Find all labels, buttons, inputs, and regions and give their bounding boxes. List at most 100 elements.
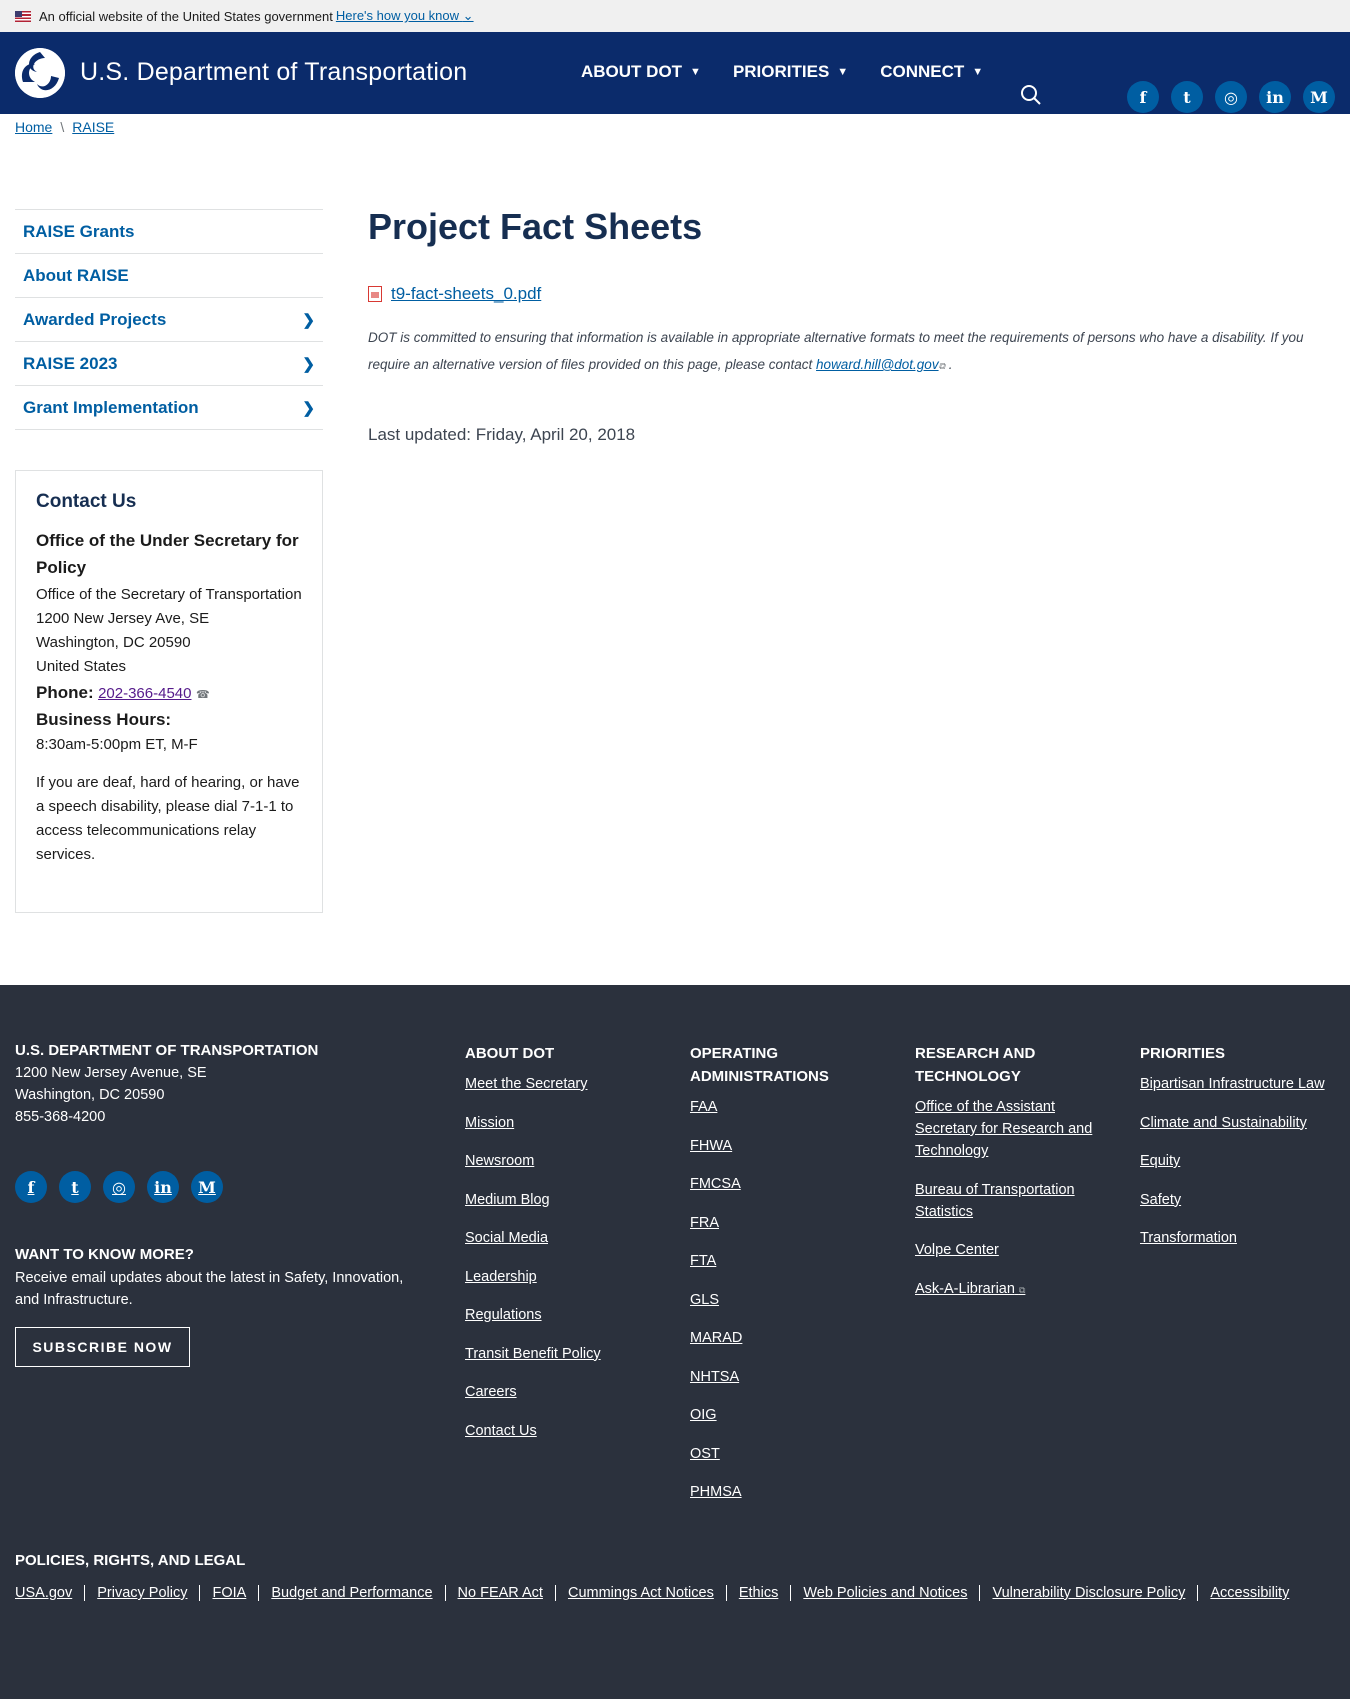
medium-icon[interactable]: M bbox=[191, 1171, 223, 1203]
chevron-down-icon: ⌄ bbox=[462, 8, 474, 23]
legal-link[interactable]: Ethics bbox=[725, 1585, 791, 1601]
breadcrumb-raise[interactable]: RAISE bbox=[72, 119, 114, 135]
nav-connect[interactable]: CONNECT ▼ bbox=[880, 62, 983, 82]
sidenav-item-awarded-projects[interactable]: Awarded Projects ❯ bbox=[15, 298, 323, 342]
footer-col-priorities: PRIORITIES Bipartisan Infrastructure Law… bbox=[1140, 1042, 1340, 1266]
footer-col-title: OPERATING ADMINISTRATIONS bbox=[690, 1045, 829, 1085]
legal-link[interactable]: Web Policies and Notices bbox=[790, 1585, 979, 1601]
hours-value: 8:30am-5:00pm ET, M-F bbox=[36, 736, 198, 753]
chevron-right-icon[interactable]: ❯ bbox=[302, 311, 315, 329]
footer-link[interactable]: FRA bbox=[690, 1212, 870, 1234]
footer-link[interactable]: OST bbox=[690, 1443, 870, 1465]
footer-link[interactable]: Equity bbox=[1140, 1150, 1340, 1172]
footer-link[interactable]: Transit Benefit Policy bbox=[465, 1343, 665, 1365]
linkedin-icon[interactable]: in bbox=[1259, 81, 1291, 113]
legal-link[interactable]: Accessibility bbox=[1197, 1585, 1301, 1601]
newsletter-title: WANT TO KNOW MORE? bbox=[15, 1246, 194, 1263]
footer-col-about: ABOUT DOT Meet the Secretary Mission New… bbox=[465, 1042, 665, 1458]
footer-org-title: U.S. DEPARTMENT OF TRANSPORTATION bbox=[15, 1042, 319, 1059]
footer-link[interactable]: Medium Blog bbox=[465, 1189, 665, 1211]
footer-link[interactable]: Bipartisan Infrastructure Law bbox=[1140, 1073, 1340, 1095]
footer-link[interactable]: FTA bbox=[690, 1250, 870, 1272]
breadcrumb: Home \ RAISE bbox=[15, 119, 114, 135]
facebook-icon[interactable]: f bbox=[15, 1171, 47, 1203]
twitter-icon[interactable]: t bbox=[59, 1171, 91, 1203]
last-updated: Last updated: Friday, April 20, 2018 bbox=[368, 425, 636, 444]
footer-link[interactable]: Meet the Secretary bbox=[465, 1073, 665, 1095]
nav-about-dot[interactable]: ABOUT DOT ▼ bbox=[581, 62, 701, 82]
legal-link[interactable]: USA.gov bbox=[15, 1585, 84, 1601]
footer-link[interactable]: Bureau of Transportation Statistics bbox=[915, 1179, 1105, 1223]
footer-address: 1200 New Jersey Avenue, SE bbox=[15, 1065, 207, 1081]
footer-link[interactable]: MARAD bbox=[690, 1327, 870, 1349]
newsletter-text: Receive email updates about the latest i… bbox=[15, 1270, 404, 1308]
footer-link[interactable]: NHTSA bbox=[690, 1366, 870, 1388]
footer-link[interactable]: GLS bbox=[690, 1289, 870, 1311]
footer-link[interactable]: FMCSA bbox=[690, 1173, 870, 1195]
footer-link[interactable]: Office of the Assistant Secretary for Re… bbox=[915, 1096, 1105, 1162]
twitter-icon[interactable]: t bbox=[1171, 81, 1203, 113]
legal-link[interactable]: Vulnerability Disclosure Policy bbox=[979, 1585, 1197, 1601]
footer-link[interactable]: Safety bbox=[1140, 1189, 1340, 1211]
header-social-links: f t ◎ in M bbox=[1127, 81, 1335, 113]
sidenav-item-grant-implementation[interactable]: Grant Implementation ❯ bbox=[15, 386, 323, 430]
footer-col-title: RESEARCH AND TECHNOLOGY bbox=[915, 1045, 1036, 1085]
footer-link[interactable]: Ask-A-Librarian ⧉ bbox=[915, 1278, 1105, 1301]
sidenav-item-raise-grants[interactable]: RAISE Grants bbox=[15, 210, 323, 254]
footer-link[interactable]: Mission bbox=[465, 1112, 665, 1134]
subscribe-button[interactable]: SUBSCRIBE NOW bbox=[15, 1327, 190, 1367]
dot-logo[interactable] bbox=[15, 48, 65, 98]
how-you-know-link[interactable]: Here's how you know ⌄ bbox=[336, 8, 474, 24]
legal-link[interactable]: FOIA bbox=[199, 1585, 258, 1601]
footer-col-research: RESEARCH AND TECHNOLOGY Office of the As… bbox=[915, 1042, 1105, 1317]
breadcrumb-home[interactable]: Home bbox=[15, 119, 52, 135]
contact-email-link[interactable]: howard.hill@dot.gov bbox=[816, 357, 939, 372]
footer-link[interactable]: Climate and Sustainability bbox=[1140, 1112, 1340, 1134]
phone-link[interactable]: 202-366-4540 bbox=[98, 685, 191, 702]
contact-address-line: Washington, DC 20590 bbox=[36, 634, 191, 651]
legal-link[interactable]: Privacy Policy bbox=[84, 1585, 199, 1601]
legal-link[interactable]: Budget and Performance bbox=[258, 1585, 444, 1601]
footer-link[interactable]: Leadership bbox=[465, 1266, 665, 1288]
medium-icon[interactable]: M bbox=[1303, 81, 1335, 113]
footer-link[interactable]: Newsroom bbox=[465, 1150, 665, 1172]
footer-link[interactable]: Regulations bbox=[465, 1304, 665, 1326]
main-nav: ABOUT DOT ▼ PRIORITIES ▼ CONNECT ▼ bbox=[581, 62, 1015, 82]
us-flag-icon bbox=[15, 10, 31, 22]
legal-link[interactable]: Cummings Act Notices bbox=[554, 1585, 726, 1601]
footer-link[interactable]: PHMSA bbox=[690, 1481, 870, 1503]
sidenav-item-about-raise[interactable]: About RAISE bbox=[15, 254, 323, 298]
chevron-right-icon[interactable]: ❯ bbox=[302, 355, 315, 373]
chevron-down-icon: ▼ bbox=[972, 66, 984, 78]
contact-box: Contact Us Office of the Under Secretary… bbox=[15, 470, 323, 913]
nav-priorities[interactable]: PRIORITIES ▼ bbox=[733, 62, 848, 82]
breadcrumb-separator: \ bbox=[60, 119, 65, 135]
external-link-icon: ⧉ bbox=[1018, 1284, 1026, 1295]
search-button[interactable] bbox=[1020, 84, 1048, 112]
footer-link[interactable]: Contact Us bbox=[465, 1420, 665, 1442]
gov-banner-text: An official website of the United States… bbox=[39, 8, 333, 24]
contact-org: Office of the Under Secretary for Policy bbox=[36, 531, 299, 577]
footer-link[interactable]: FAA bbox=[690, 1096, 870, 1118]
pdf-file-icon bbox=[368, 286, 382, 302]
instagram-icon[interactable]: ◎ bbox=[103, 1171, 135, 1203]
facebook-icon[interactable]: f bbox=[1127, 81, 1159, 113]
footer-phone: 855-368-4200 bbox=[15, 1109, 106, 1125]
sidenav-item-raise-2023[interactable]: RAISE 2023 ❯ bbox=[15, 342, 323, 386]
footer-link[interactable]: Transformation bbox=[1140, 1227, 1340, 1249]
footer-link[interactable]: Volpe Center bbox=[915, 1239, 1105, 1261]
search-icon bbox=[1021, 85, 1041, 105]
instagram-icon[interactable]: ◎ bbox=[1215, 81, 1247, 113]
site-title[interactable]: U.S. Department of Transportation bbox=[80, 58, 467, 87]
contact-title: Contact Us bbox=[36, 491, 137, 512]
footer-link[interactable]: Careers bbox=[465, 1381, 665, 1403]
legal-link[interactable]: No FEAR Act bbox=[444, 1585, 555, 1601]
chevron-right-icon[interactable]: ❯ bbox=[302, 399, 315, 417]
footer-link[interactable]: OIG bbox=[690, 1404, 870, 1426]
footer-link[interactable]: Social Media bbox=[465, 1227, 665, 1249]
linkedin-icon[interactable]: in bbox=[147, 1171, 179, 1203]
pdf-file-link[interactable]: t9-fact-sheets_0.pdf bbox=[391, 284, 541, 304]
contact-address-line: Office of the Secretary of Transportatio… bbox=[36, 586, 302, 603]
main-content: Project Fact Sheets t9-fact-sheets_0.pdf… bbox=[368, 206, 1328, 445]
footer-link[interactable]: FHWA bbox=[690, 1135, 870, 1157]
